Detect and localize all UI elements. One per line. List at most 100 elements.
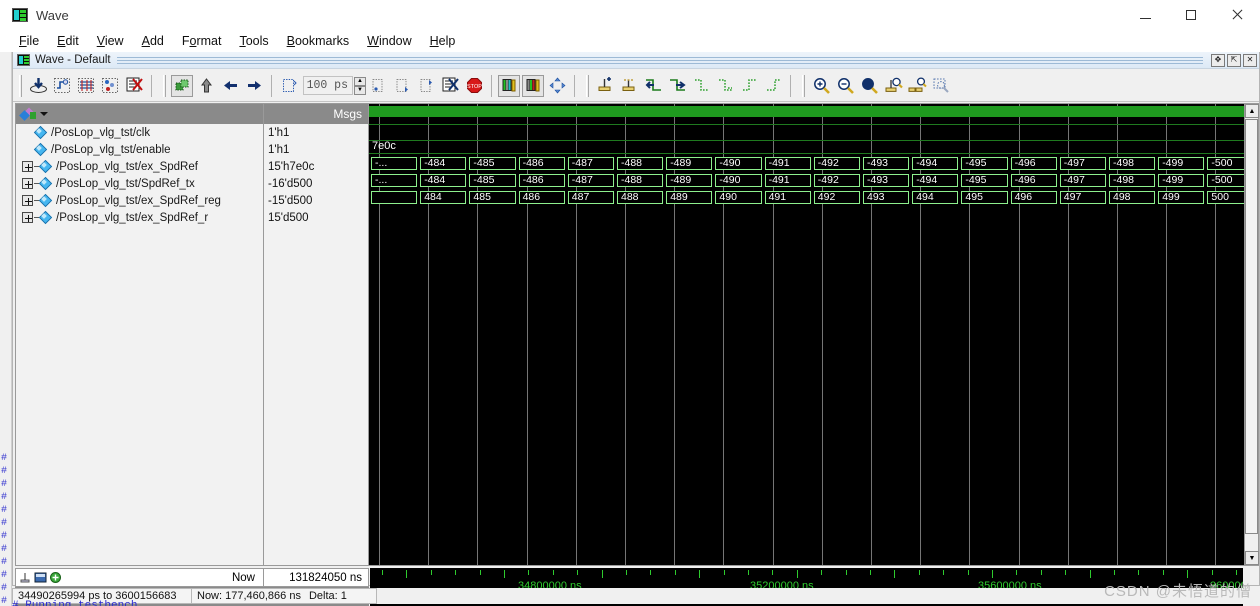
axis-major-tick <box>504 570 505 578</box>
menu-file[interactable]: File <box>10 32 48 50</box>
signal-row-ex-spdref-reg[interactable]: /PosLop_vlg_tst/ex_SpdRef_reg <box>16 192 263 209</box>
scroll-up-icon[interactable]: ▲ <box>1245 104 1259 118</box>
pan-icon[interactable] <box>546 75 568 97</box>
restart-icon[interactable] <box>171 74 193 97</box>
bus-segment: -... <box>371 174 418 187</box>
expand-icon[interactable] <box>22 212 33 223</box>
maximize-button[interactable] <box>1168 0 1214 30</box>
expand-icon[interactable] <box>22 161 33 172</box>
toolbar-grip-4[interactable] <box>802 74 805 97</box>
find-next-rising-icon[interactable] <box>762 75 784 97</box>
axis-minor-tick <box>650 570 652 575</box>
run-length-icon[interactable] <box>278 75 300 97</box>
find-prev-transition-icon[interactable] <box>642 75 664 97</box>
menu-tools[interactable]: Tools <box>230 32 277 50</box>
menu-add[interactable]: Add <box>133 32 173 50</box>
save-wave-icon[interactable] <box>27 75 49 97</box>
bus-segment: -488 <box>617 174 664 187</box>
waveform-vertical-scrollbar[interactable]: ▲ ▼ <box>1244 104 1259 565</box>
waveform-canvas[interactable]: 7e0c -... -484 -485 -486 -487 -488 -489 -490 -491… <box>369 104 1244 565</box>
menu-help[interactable]: Help <box>421 32 465 50</box>
zoom-select-icon[interactable] <box>930 75 952 97</box>
zoom-full-icon[interactable] <box>858 75 880 97</box>
step-forward-icon[interactable] <box>243 75 265 97</box>
restore-icon[interactable]: ⇱ <box>1227 53 1241 67</box>
continue-run-icon[interactable] <box>391 75 413 97</box>
spin-down-icon[interactable]: ▼ <box>354 85 366 95</box>
menu-window[interactable]: Window <box>358 32 420 50</box>
signal-icon <box>34 144 47 156</box>
signal-values-pane: Msgs 1'h1 1'h1 15'h7e0c -16'd500 -15'd50… <box>264 103 369 566</box>
colorize-wave-alt-icon[interactable] <box>522 74 544 97</box>
toolbar-grip-1[interactable] <box>19 74 22 97</box>
step-back-icon[interactable] <box>219 75 241 97</box>
zoom-cursor-icon[interactable] <box>882 75 904 97</box>
signal-row-ex-spdref[interactable]: /PosLop_vlg_tst/ex_SpdRef <box>16 158 263 175</box>
insert-cursor-icon[interactable] <box>594 75 616 97</box>
wave-window-small-icon <box>34 572 47 583</box>
menu-view[interactable]: View <box>88 32 133 50</box>
close-button[interactable] <box>1214 0 1260 30</box>
wave-row-SpdRef_tx: -... -484 -485 -486 -487 -488 -489 -490 -491 -492… <box>369 155 1244 172</box>
toolbar-grip-2[interactable] <box>163 74 166 97</box>
menu-edit[interactable]: Edit <box>48 32 88 50</box>
axis-minor-tick <box>1138 570 1140 575</box>
signal-row-enable[interactable]: /PosLop_vlg_tst/enable <box>16 141 263 158</box>
run-length-input[interactable]: 100 ps <box>303 76 353 95</box>
add-icon <box>50 572 61 583</box>
signal-names-header <box>16 104 263 124</box>
colorize-wave-icon[interactable] <box>498 74 520 97</box>
vscroll-thumb[interactable] <box>1245 119 1258 534</box>
menubar: File Edit View Add Format Tools Bookmark… <box>0 30 1260 52</box>
wave-dataflow-icon[interactable] <box>99 75 121 97</box>
signal-row-clk[interactable]: /PosLop_vlg_tst/clk <box>16 124 263 141</box>
bus-value-label: 7e0c <box>372 140 396 152</box>
wave-compare-icon[interactable] <box>51 75 73 97</box>
axis-minor-tick <box>845 570 847 575</box>
minimize-button[interactable] <box>1122 0 1168 30</box>
bus-segment: 487 <box>567 191 614 204</box>
now-label: Now <box>231 571 255 584</box>
signal-row-spdref-tx[interactable]: /PosLop_vlg_tst/SpdRef_tx <box>16 175 263 192</box>
find-next-falling-icon[interactable] <box>714 75 736 97</box>
stop-icon[interactable]: STOP <box>463 75 485 97</box>
signal-icon <box>39 178 52 190</box>
bus-segment: -497 <box>1059 174 1106 187</box>
run-length-stepper[interactable]: 100 ps ▲ ▼ <box>303 76 366 95</box>
delete-cursor-icon[interactable] <box>618 75 640 97</box>
cursor-toolbar-icons <box>16 571 62 584</box>
undock-icon[interactable]: ✥ <box>1211 53 1225 67</box>
toolbar-grip-3[interactable] <box>586 74 589 97</box>
menu-format[interactable]: Format <box>173 32 231 50</box>
value-row: -16'd500 <box>268 177 313 190</box>
signal-row-ex-spdref-r[interactable]: /PosLop_vlg_tst/ex_SpdRef_r <box>16 209 263 226</box>
wave-grid-icon[interactable] <box>75 75 97 97</box>
break-icon[interactable] <box>439 75 461 97</box>
expand-icon[interactable] <box>22 195 33 206</box>
bus-segment: -498 <box>1109 157 1156 170</box>
expand-icon[interactable] <box>22 178 33 189</box>
run-length-spin-buttons: ▲ ▼ <box>354 76 366 95</box>
bus-segment: -486 <box>518 174 565 187</box>
chevron-down-icon[interactable] <box>40 112 48 116</box>
run-icon-2[interactable] <box>367 75 389 97</box>
axis-major-tick <box>699 570 701 578</box>
pane-close-icon[interactable]: ✕ <box>1243 53 1257 67</box>
value-row: 1'h1 <box>268 143 290 156</box>
run-all-icon[interactable] <box>415 75 437 97</box>
waveform-pane[interactable]: 7e0c -... -484 -485 -486 -487 -488 -489 -490 -491… <box>369 103 1259 566</box>
bus-segment: -499 <box>1158 174 1205 187</box>
spin-up-icon[interactable]: ▲ <box>354 76 366 86</box>
find-prev-rising-icon[interactable] <box>738 75 760 97</box>
signal-name: /PosLop_vlg_tst/ex_SpdRef_r <box>56 211 209 224</box>
delete-wave-icon[interactable] <box>123 75 145 97</box>
run-icon[interactable] <box>195 75 217 97</box>
menu-bookmarks[interactable]: Bookmarks <box>278 32 359 50</box>
zoom-out-icon[interactable] <box>834 75 856 97</box>
zoom-in-icon[interactable] <box>810 75 832 97</box>
axis-minor-tick <box>1162 570 1164 575</box>
zoom-range-icon[interactable] <box>906 75 928 97</box>
scroll-down-icon[interactable]: ▼ <box>1245 551 1259 565</box>
find-prev-falling-icon[interactable] <box>690 75 712 97</box>
find-next-transition-icon[interactable] <box>666 75 688 97</box>
